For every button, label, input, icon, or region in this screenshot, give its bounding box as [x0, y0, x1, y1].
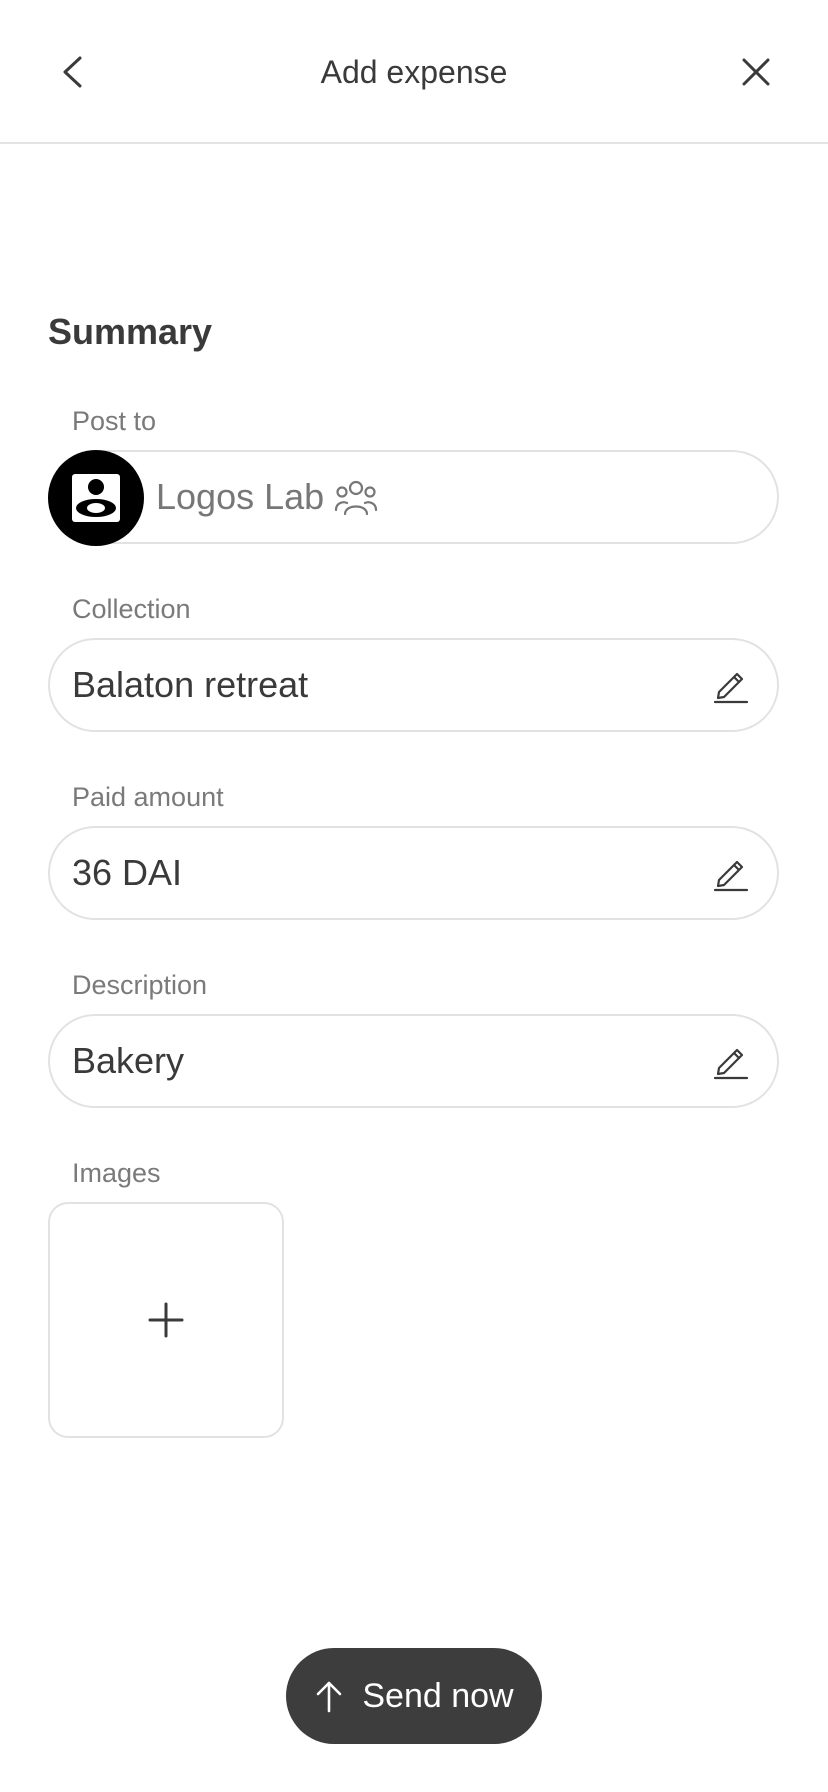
- close-button[interactable]: [732, 48, 780, 96]
- post-to-field[interactable]: Logos Lab: [48, 450, 779, 544]
- plus-icon: [148, 1302, 184, 1338]
- post-to-value: Logos Lab: [156, 476, 325, 517]
- header-bar: Add expense: [0, 0, 828, 144]
- add-image-button[interactable]: [48, 1202, 284, 1438]
- collection-field[interactable]: Balaton retreat: [48, 638, 779, 732]
- collection-label: Collection: [72, 594, 191, 624]
- description-field[interactable]: Bakery: [48, 1014, 779, 1108]
- logos-lab-avatar: [48, 450, 144, 546]
- images-label: Images: [72, 1158, 161, 1188]
- paid-amount-field[interactable]: 36 DAI: [48, 826, 779, 920]
- summary-heading: Summary: [48, 311, 213, 352]
- paid-amount-value: 36 DAI: [72, 852, 183, 893]
- logos-lab-logo: [72, 474, 120, 522]
- description-value: Bakery: [72, 1040, 185, 1081]
- close-icon: [742, 58, 770, 86]
- send-now-label: Send now: [362, 1677, 514, 1715]
- send-now-button[interactable]: Send now: [286, 1648, 542, 1744]
- description-label: Description: [72, 970, 208, 1000]
- group-icon: [334, 480, 378, 516]
- pencil-icon[interactable]: [711, 1040, 751, 1080]
- paid-amount-label: Paid amount: [72, 782, 224, 812]
- pencil-icon[interactable]: [711, 852, 751, 892]
- page-title: Add expense: [320, 54, 508, 90]
- post-to-label: Post to: [72, 406, 157, 436]
- pencil-icon[interactable]: [711, 664, 751, 704]
- collection-value: Balaton retreat: [72, 664, 309, 705]
- arrow-up-icon: [317, 1681, 342, 1713]
